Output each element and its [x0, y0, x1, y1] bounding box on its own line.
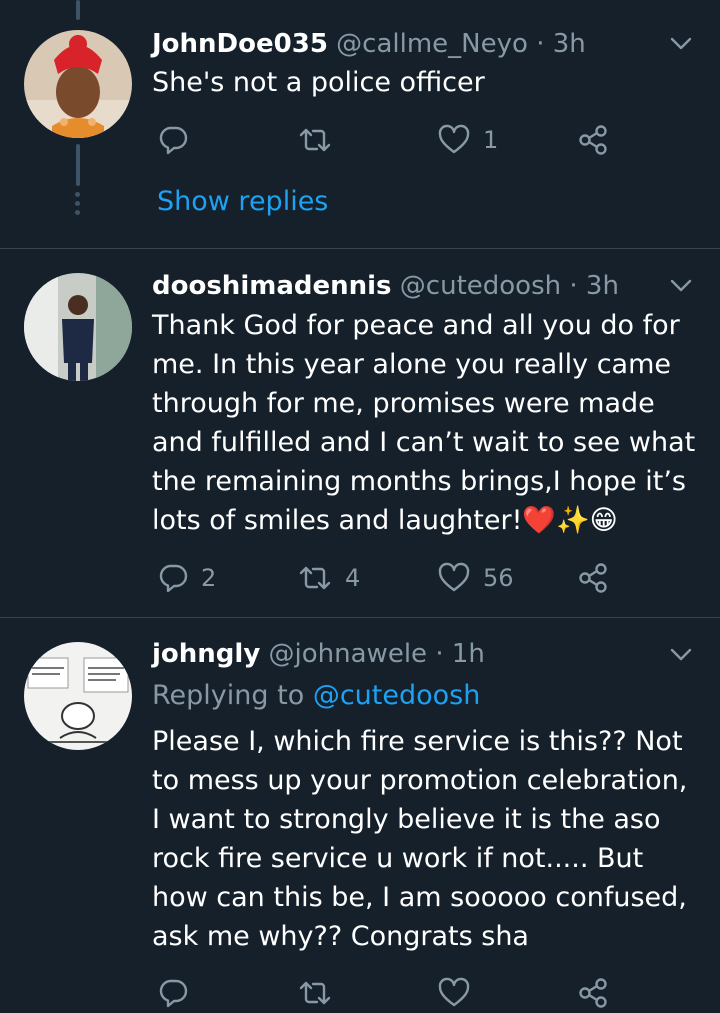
avatar-image	[24, 30, 132, 138]
avatar[interactable]	[24, 30, 132, 138]
tweet-1[interactable]: JohnDoe035 @callme_Neyo · 3h She's not a…	[0, 0, 720, 248]
avatar-image	[24, 642, 132, 750]
like-count: 56	[483, 564, 514, 592]
tweet-header: dooshimadennis @cutedoosh · 3h	[152, 268, 696, 304]
reply-icon	[159, 979, 188, 1008]
chevron-down-icon[interactable]	[670, 37, 692, 51]
separator-dot: ·	[435, 639, 444, 669]
like-button[interactable]	[437, 973, 483, 1013]
tweet-actions	[152, 973, 622, 1013]
retweet-icon	[299, 128, 331, 152]
like-button[interactable]: 1	[437, 120, 498, 160]
reply-mention-link[interactable]: @cutedoosh	[313, 680, 481, 711]
user-handle[interactable]: @johnawele	[269, 639, 428, 669]
share-icon	[579, 125, 607, 155]
tweet-header: JohnDoe035 @callme_Neyo · 3h	[152, 26, 696, 62]
replying-label: Replying to	[152, 680, 305, 711]
tweet-text: Thank God for peace and all you do for m…	[152, 310, 696, 536]
share-button[interactable]	[577, 120, 611, 160]
replying-to: Replying to @cutedoosh	[152, 677, 480, 715]
like-button[interactable]: 56	[437, 558, 514, 598]
separator-dot: ·	[536, 29, 545, 59]
avatar-image	[24, 273, 132, 381]
reply-icon	[159, 564, 188, 593]
tweet-header: johngly @johnawele · 1h	[152, 636, 696, 672]
timestamp[interactable]: 3h	[586, 271, 619, 301]
heart-icon	[438, 562, 470, 592]
timestamp[interactable]: 3h	[553, 29, 586, 59]
display-name[interactable]: johngly	[152, 639, 260, 669]
tweet-3[interactable]: johngly @johnawele · 1h Replying to @cut…	[0, 618, 720, 1008]
display-name[interactable]: dooshimadennis	[152, 271, 392, 301]
reply-button[interactable]	[157, 973, 201, 1013]
display-name[interactable]: JohnDoe035	[152, 29, 328, 59]
user-handle[interactable]: @callme_Neyo	[336, 29, 528, 59]
timestamp[interactable]: 1h	[452, 639, 485, 669]
heart-icon	[438, 977, 470, 1007]
avatar[interactable]	[24, 273, 132, 381]
avatar[interactable]	[24, 642, 132, 750]
tweet-text: Please I, which fire service is this?? N…	[152, 726, 688, 952]
chevron-down-icon[interactable]	[670, 279, 692, 293]
retweet-button[interactable]	[297, 120, 345, 160]
reply-count: 2	[201, 564, 217, 592]
tweet-2[interactable]: dooshimadennis @cutedoosh · 3h Thank God…	[0, 249, 720, 617]
retweet-count: 4	[345, 564, 361, 592]
share-icon	[579, 978, 607, 1008]
chevron-down-icon[interactable]	[670, 648, 692, 662]
show-replies-link[interactable]: Show replies	[157, 184, 328, 220]
retweet-icon	[299, 981, 331, 1005]
separator-dot: ·	[569, 271, 578, 301]
share-icon	[579, 563, 607, 593]
heart-icon	[438, 124, 470, 154]
share-button[interactable]	[577, 558, 611, 598]
reply-button[interactable]	[157, 120, 201, 160]
share-button[interactable]	[577, 973, 611, 1013]
reply-icon	[159, 126, 188, 155]
user-handle[interactable]: @cutedoosh	[400, 271, 561, 301]
retweet-button[interactable]	[297, 973, 345, 1013]
like-count: 1	[483, 126, 499, 154]
tweet-text: She's not a police officer	[152, 67, 485, 98]
retweet-button[interactable]: 4	[297, 558, 360, 598]
retweet-icon	[299, 566, 331, 590]
tweet-actions: 1	[152, 120, 622, 160]
tweet-actions: 2 4 56	[152, 558, 622, 598]
reply-button[interactable]: 2	[157, 558, 216, 598]
